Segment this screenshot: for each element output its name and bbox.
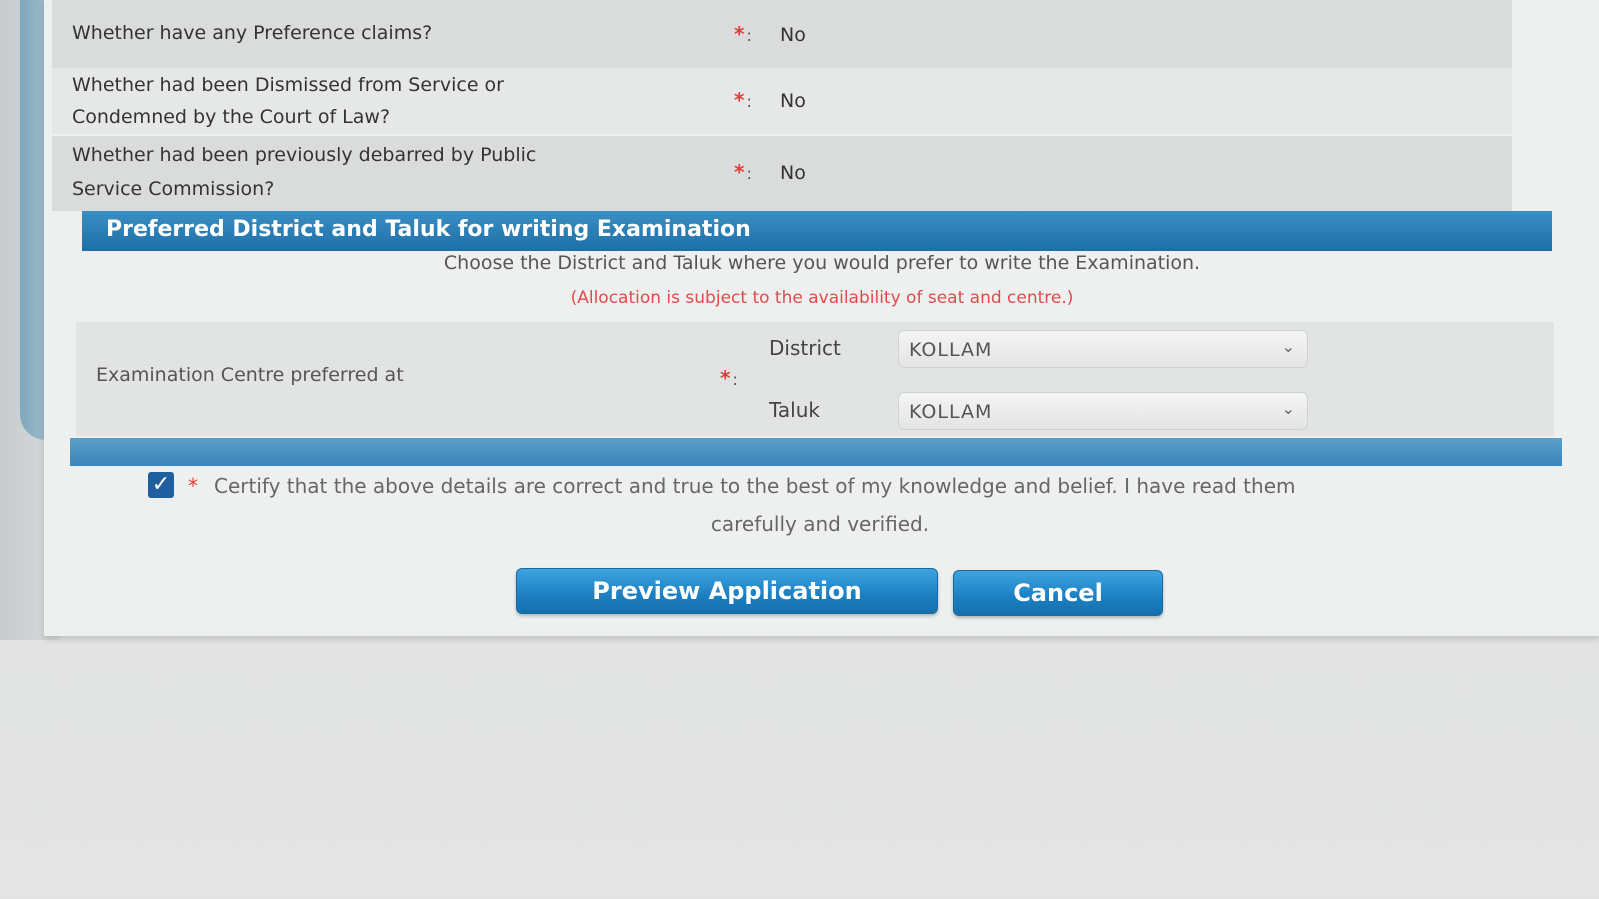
section-title: Preferred District and Taluk for writing… — [106, 217, 751, 242]
required-marker: *: — [734, 88, 752, 112]
question-row-debarred: Whether had been previously debarred by … — [52, 136, 1512, 211]
exam-centre-label: Examination Centre preferred at — [96, 364, 404, 386]
answer-value: No — [780, 24, 806, 46]
certify-checkbox[interactable]: ✓ — [148, 472, 174, 498]
section-instruction: Choose the District and Taluk where you … — [443, 252, 1201, 274]
question-row-preference: Whether have any Preference claims? *: N… — [52, 0, 1512, 68]
district-label: District — [769, 336, 841, 360]
divider-strip — [70, 438, 1562, 466]
cancel-button[interactable]: Cancel — [953, 570, 1163, 616]
check-icon: ✓ — [151, 472, 171, 497]
taluk-label: Taluk — [769, 398, 820, 422]
allocation-note: (Allocation is subject to the availabili… — [570, 288, 1074, 308]
taluk-selected-value: KOLLAM — [909, 401, 993, 423]
certify-text-line1: Certify that the above details are corre… — [214, 474, 1296, 498]
answer-value: No — [780, 162, 806, 184]
question-label: Whether have any Preference claims? — [72, 22, 433, 44]
taluk-select[interactable]: KOLLAM ⌄ — [898, 392, 1308, 430]
required-marker: *: — [720, 366, 738, 390]
chevron-down-icon: ⌄ — [1281, 337, 1295, 356]
question-row-dismissed: Whether had been Dismissed from Service … — [52, 68, 1512, 134]
district-select[interactable]: KOLLAM ⌄ — [898, 330, 1308, 368]
preview-application-button[interactable]: Preview Application — [516, 568, 938, 614]
answer-value: No — [780, 90, 806, 112]
district-selected-value: KOLLAM — [909, 339, 993, 361]
question-label-line1: Whether had been Dismissed from Service … — [72, 74, 504, 96]
exam-centre-row: Examination Centre preferred at *: Distr… — [76, 322, 1554, 436]
required-marker: * — [188, 474, 198, 498]
question-label-line2: Condemned by the Court of Law? — [72, 106, 391, 128]
chevron-down-icon: ⌄ — [1281, 399, 1295, 418]
certify-text-line2: carefully and verified. — [710, 512, 930, 536]
section-header: Preferred District and Taluk for writing… — [82, 211, 1552, 251]
required-marker: *: — [734, 22, 752, 46]
required-marker: *: — [734, 160, 752, 184]
question-label-line1: Whether had been previously debarred by … — [72, 144, 537, 166]
question-label-line2: Service Commission? — [72, 178, 275, 200]
